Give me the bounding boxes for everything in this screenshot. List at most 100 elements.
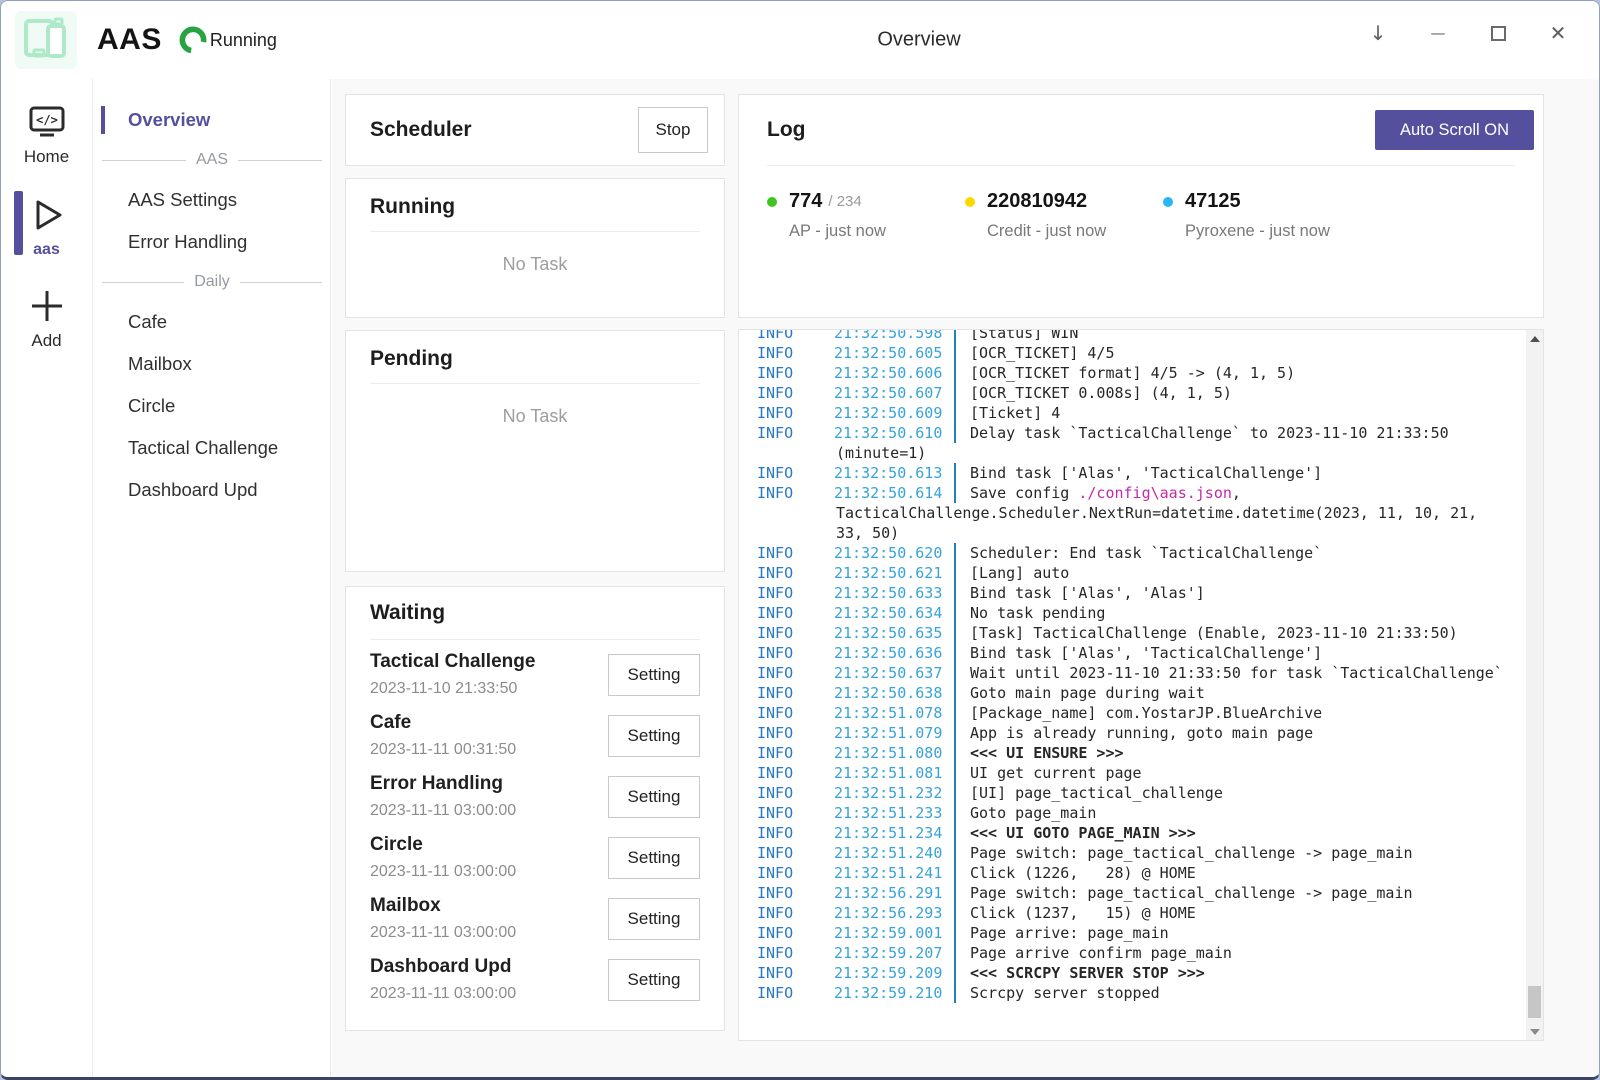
log-level: INFO — [757, 943, 834, 963]
log-level: INFO — [757, 963, 834, 983]
log-separator — [954, 363, 970, 383]
log-timestamp: 21:32:59.207 — [834, 943, 952, 963]
log-line: INFO21:32:50.609[Ticket] 4 — [757, 403, 1525, 423]
auto-scroll-toggle[interactable]: Auto Scroll ON — [1375, 110, 1534, 150]
waiting-task-info: Circle2023-11-11 03:00:00 — [370, 834, 516, 881]
log-separator — [954, 463, 970, 483]
log-line-continuation: TacticalChallenge.Scheduler.NextRun=date… — [757, 503, 1525, 523]
log-line: INFO21:32:59.001Page arrive: page_main — [757, 923, 1525, 943]
nav-item-dashboard-upd[interactable]: Dashboard Upd — [94, 469, 330, 511]
waiting-task-list: Tactical Challenge2023-11-10 21:33:50 Set… — [370, 644, 700, 1010]
log-separator — [954, 763, 970, 783]
log-line: INFO21:32:50.633Bind task ['Alas', 'Alas… — [757, 583, 1525, 603]
log-separator — [954, 643, 970, 663]
log-level: INFO — [757, 329, 834, 343]
scheduler-card: Scheduler Stop — [345, 94, 725, 166]
log-level: INFO — [757, 663, 834, 683]
waiting-task-info: Mailbox2023-11-11 03:00:00 — [370, 895, 516, 942]
window-controls: ↓ — ✕ — [1365, 1, 1571, 65]
log-timestamp: 21:32:51.241 — [834, 863, 952, 883]
log-line: INFO21:32:50.610Delay task `TacticalChal… — [757, 423, 1525, 443]
log-level: INFO — [757, 883, 834, 903]
log-separator — [954, 603, 970, 623]
log-separator — [954, 783, 970, 803]
log-line: INFO21:32:50.634No task pending — [757, 603, 1525, 623]
log-level: INFO — [757, 803, 834, 823]
log-level: INFO — [757, 583, 834, 603]
log-line: INFO21:32:51.240Page switch: page_tactic… — [757, 843, 1525, 863]
log-timestamp: 21:32:50.610 — [834, 423, 952, 443]
main-content: Scheduler Stop Running No Task Pending N… — [332, 79, 1599, 1077]
play-icon — [27, 195, 67, 235]
nav-item-aas-settings[interactable]: AAS Settings — [94, 179, 330, 221]
log-scrollbar[interactable] — [1526, 330, 1543, 1040]
log-timestamp: 21:32:50.613 — [834, 463, 952, 483]
log-message: Click (1226, 28) @ HOME — [970, 864, 1196, 882]
setting-button[interactable]: Setting — [608, 715, 700, 757]
divider-line — [238, 160, 322, 161]
rail-item-home[interactable]: </> Home — [1, 101, 92, 171]
waiting-task-row: Error Handling2023-11-11 03:00:00 Setting — [370, 766, 700, 827]
log-timestamp: 21:32:50.607 — [834, 383, 952, 403]
log-timestamp: 21:32:51.080 — [834, 743, 952, 763]
log-column: Log Auto Scroll ON 774/ 234AP - just now… — [738, 94, 1544, 1077]
log-timestamp: 21:32:50.633 — [834, 583, 952, 603]
nav-item-circle[interactable]: Circle — [94, 385, 330, 427]
waiting-task-name: Circle — [370, 834, 516, 856]
waiting-task-info: Error Handling2023-11-11 03:00:00 — [370, 773, 516, 820]
resource-stat-value: 774 — [789, 190, 822, 213]
log-level: INFO — [757, 863, 834, 883]
log-separator — [954, 483, 970, 503]
minimize-icon: — — [1431, 24, 1446, 42]
resource-stat-label: Pyroxene - just now — [1163, 222, 1361, 241]
waiting-task-name: Cafe — [370, 712, 516, 734]
nav-item-overview[interactable]: Overview — [94, 99, 330, 141]
log-line: INFO21:32:51.080<<< UI ENSURE >>> — [757, 743, 1525, 763]
minimize-button[interactable]: — — [1425, 20, 1451, 46]
nav-item-cafe[interactable]: Cafe — [94, 301, 330, 343]
scroll-down-icon[interactable] — [1526, 1023, 1543, 1040]
maximize-button[interactable] — [1485, 20, 1511, 46]
log-separator — [954, 743, 970, 763]
nav-item-error-handling[interactable]: Error Handling — [94, 221, 330, 263]
setting-button[interactable]: Setting — [608, 898, 700, 940]
log-level: INFO — [757, 623, 834, 643]
log-line: INFO21:32:50.637Wait until 2023-11-10 21… — [757, 663, 1525, 683]
log-line: INFO21:32:50.636Bind task ['Alas', 'Tact… — [757, 643, 1525, 663]
status-dot-icon — [767, 197, 777, 207]
rail-item-add[interactable]: Add — [1, 283, 92, 355]
log-separator — [954, 923, 970, 943]
setting-button[interactable]: Setting — [608, 959, 700, 1001]
nav-item-mailbox[interactable]: Mailbox — [94, 343, 330, 385]
waiting-task-info: Tactical Challenge2023-11-10 21:33:50 — [370, 651, 535, 698]
waiting-title: Waiting — [370, 601, 700, 625]
setting-button[interactable]: Setting — [608, 776, 700, 818]
log-line: INFO21:32:51.078[Package_name] com.Yosta… — [757, 703, 1525, 723]
scrollbar-thumb[interactable] — [1528, 986, 1541, 1018]
stop-button[interactable]: Stop — [638, 107, 708, 153]
close-button[interactable]: ✕ — [1545, 20, 1571, 46]
rollup-button[interactable]: ↓ — [1365, 20, 1391, 46]
nav-section-label: AAS — [186, 151, 238, 169]
log-message: Goto page_main — [970, 804, 1096, 822]
active-indicator — [14, 191, 23, 255]
rail-item-aas[interactable]: aas — [1, 191, 92, 263]
log-line: INFO21:32:50.621[Lang] auto — [757, 563, 1525, 583]
log-message: Wait until 2023-11-10 21:33:50 for task … — [970, 664, 1503, 682]
nav-item-tactical-challenge[interactable]: Tactical Challenge — [94, 427, 330, 469]
log-timestamp: 21:32:51.233 — [834, 803, 952, 823]
scroll-up-icon[interactable] — [1526, 330, 1543, 347]
log-timestamp: 21:32:51.078 — [834, 703, 952, 723]
resource-stat: 774/ 234AP - just now — [767, 190, 965, 241]
log-message: Goto main page during wait — [970, 684, 1205, 702]
close-icon: ✕ — [1550, 21, 1567, 45]
log-level: INFO — [757, 403, 834, 423]
log-level: INFO — [757, 923, 834, 943]
log-message: [OCR_TICKET] 4/5 — [970, 344, 1115, 362]
setting-button[interactable]: Setting — [608, 837, 700, 879]
waiting-task-info: Cafe2023-11-11 00:31:50 — [370, 712, 516, 759]
setting-button[interactable]: Setting — [608, 654, 700, 696]
log-timestamp: 21:32:56.291 — [834, 883, 952, 903]
arrow-down-icon: ↓ — [1370, 21, 1387, 45]
log-line: INFO21:32:51.241 Click (1226, 28) @ HOME — [757, 863, 1525, 883]
